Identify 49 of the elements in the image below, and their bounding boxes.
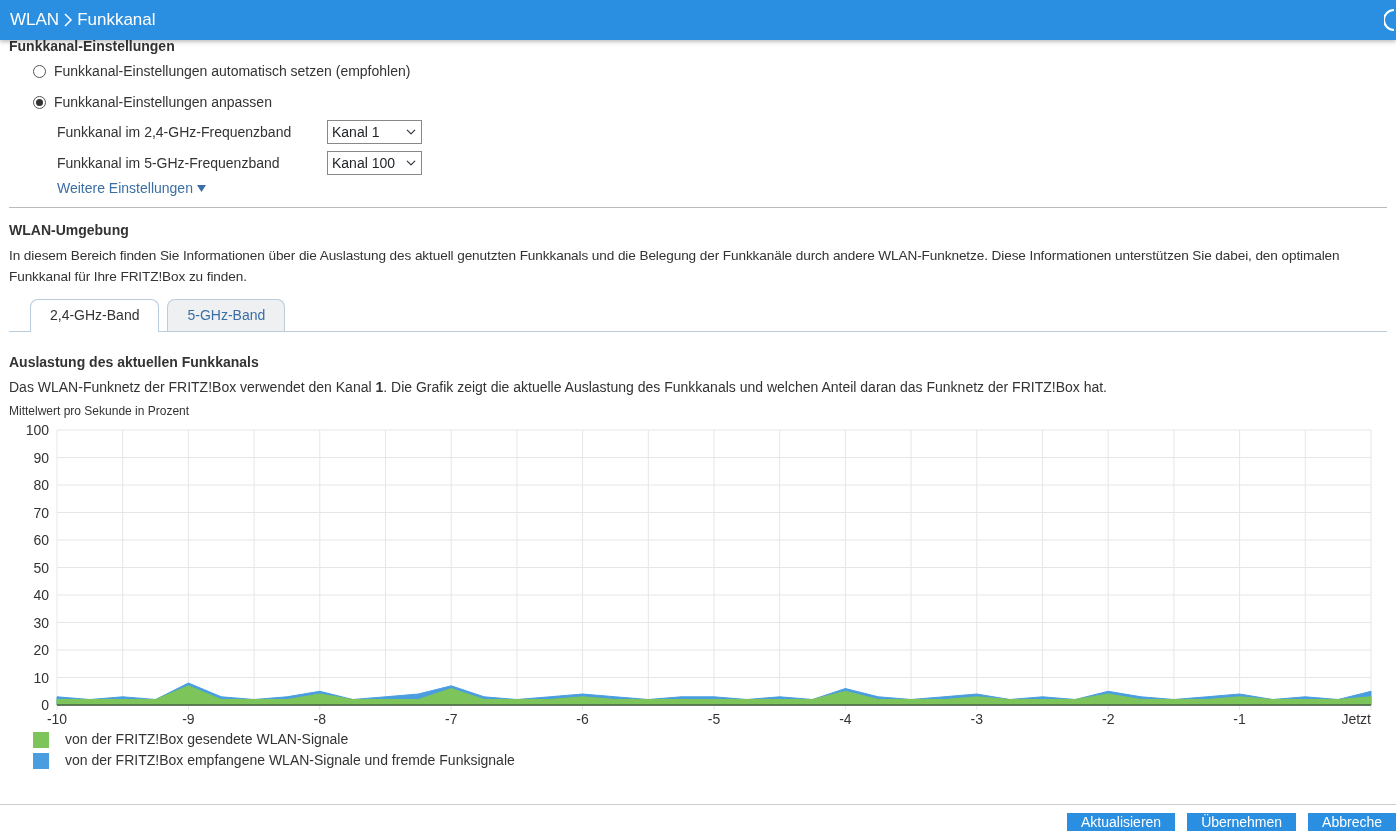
chevron-icon	[63, 13, 74, 27]
breadcrumb-link[interactable]: WLAN	[10, 7, 60, 33]
axis-label: -8	[313, 711, 327, 727]
channel-select[interactable]: Kanal 1	[327, 120, 422, 144]
radio-option[interactable]: Funkkanal-Einstellungen anpassen	[33, 92, 1387, 113]
axis-label: -6	[576, 711, 589, 727]
axis-label: 100	[25, 422, 49, 438]
page-title: Funkkanal	[77, 9, 156, 32]
axis-label: -10	[46, 711, 68, 727]
axis-label: 80	[33, 477, 49, 493]
legend-label: von der FRITZ!Box gesendete WLAN-Signale	[65, 730, 349, 749]
settings-link[interactable]: Weitere Einstellungen	[57, 178, 206, 199]
field-label: Funkkanal im 5-GHz-Frequenzband	[57, 153, 281, 173]
radio-option[interactable]: Funkkanal-Einstellungen automatisch setzen (empfohlen)	[33, 61, 1387, 82]
axis-label: 40	[33, 587, 49, 603]
legend-swatch	[33, 752, 49, 769]
chart-heading: Auslastung des aktuellen Funkkanals	[9, 353, 260, 372]
tab[interactable]: 2,4-GHz-Band	[30, 299, 160, 332]
axis-label: -3	[970, 711, 984, 727]
description-text: In diesem Bereich finden Sie Informationen über die Auslastung des aktuell genutzten Funkkanals und die Belegung der Funkkanäle durch andere WLAN-Funknetze. Diese Informationen unterstützen Sie dabei, den optimalen Funkkanal für Ihre FRITZ!Box zu finden.	[9, 247, 1341, 286]
help-icon[interactable]	[1384, 8, 1396, 32]
section-heading: WLAN-Umgebung	[9, 221, 130, 240]
field-label: Funkkanal im 2,4-GHz-Frequenzband	[57, 122, 293, 142]
description-text: Das WLAN-Funknetz der FRITZ!Box verwendet den Kanal 1. Die Grafik zeigt die aktuelle Auslastung des Funkkanals und welchen Anteil daran das Funknetz der FRITZ!Box hat.	[9, 378, 1108, 397]
axis-label: -9	[182, 711, 195, 727]
axis-label: 60	[33, 532, 49, 548]
legend-label: von der FRITZ!Box empfangene WLAN-Signale und fremde Funksignale	[65, 751, 515, 770]
axis-label: 50	[33, 559, 49, 576]
caret-icon	[196, 185, 206, 192]
action-button[interactable]: Aktualisieren	[1066, 813, 1176, 831]
channel-select[interactable]: Kanal 100	[327, 151, 422, 175]
axis-label: Jetzt	[1341, 711, 1371, 727]
legend-swatch	[33, 731, 49, 748]
axis-label: -5	[707, 711, 721, 727]
axis-label: 90	[33, 449, 49, 466]
tab[interactable]: 5-GHz-Band	[167, 299, 286, 331]
axis-label: 20	[33, 642, 49, 658]
axis-label: 70	[33, 504, 49, 521]
axis-label: 10	[33, 669, 49, 686]
axis-label: -7	[444, 711, 458, 727]
action-button[interactable]: Abbreche	[1308, 813, 1396, 831]
axis-label: 30	[33, 614, 49, 631]
action-button[interactable]: Übernehmen	[1187, 813, 1297, 831]
section-heading: Funkkanal-Einstellungen	[9, 37, 176, 56]
axis-label: -2	[1101, 711, 1115, 727]
axis-label: -1	[1233, 711, 1246, 727]
axis-title: Mittelwert pro Sekunde in Prozent	[9, 403, 191, 420]
axis-label: 0	[41, 697, 49, 713]
axis-label: -4	[839, 711, 852, 727]
